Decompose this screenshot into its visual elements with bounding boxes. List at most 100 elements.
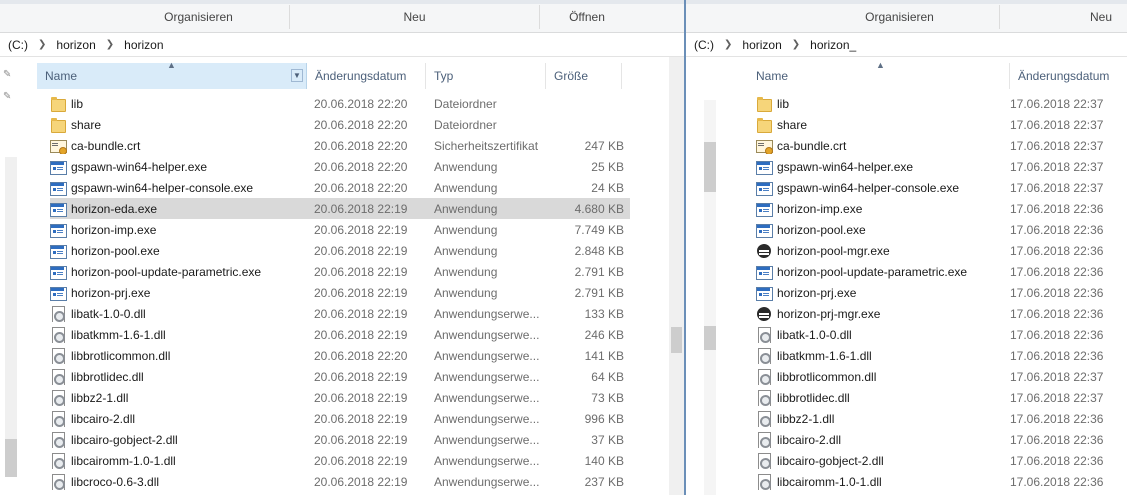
file-row[interactable]: horizon-pool.exe 17.06.2018 22:36: [756, 219, 1120, 240]
file-row[interactable]: horizon-pool.exe 20.06.2018 22:19 Anwendun…: [50, 240, 630, 261]
file-row[interactable]: horizon-pool-update-parametric.exe 17.06.…: [756, 261, 1120, 282]
column-name[interactable]: Name ▲ ▼: [37, 60, 307, 89]
file-name-cell: ca-bundle.crt: [50, 138, 314, 154]
breadcrumb-current[interactable]: horizon_: [808, 38, 858, 52]
file-list: lib 17.06.2018 22:37 share 17.06.2018 22:37…: [756, 93, 1120, 492]
file-row[interactable]: libcairo-gobject-2.dll 17.06.2018 22:36: [756, 450, 1120, 471]
file-row[interactable]: horizon-prj.exe 17.06.2018 22:36: [756, 282, 1120, 303]
chevron-down-icon[interactable]: ▼: [291, 69, 303, 82]
file-row[interactable]: libatk-1.0-0.dll 20.06.2018 22:19 Anwendun…: [50, 303, 630, 324]
file-row[interactable]: horizon-imp.exe 17.06.2018 22:36: [756, 198, 1120, 219]
file-row[interactable]: libatkmm-1.6-1.dll 17.06.2018 22:36: [756, 345, 1120, 366]
file-row[interactable]: horizon-pool-mgr.exe 17.06.2018 22:36: [756, 240, 1120, 261]
file-type: Anwendungserwe...: [434, 390, 540, 405]
file-name-cell: libcairomm-1.0-1.dll: [50, 452, 314, 469]
scroll-thumb[interactable]: [704, 326, 716, 350]
scroll-thumb[interactable]: [704, 142, 716, 192]
vertical-scrollbar[interactable]: [669, 57, 684, 495]
pin-icon[interactable]: ✎: [3, 91, 15, 103]
nav-scrollbar[interactable]: [704, 100, 716, 495]
file-name: libcairo-2.dll: [71, 411, 136, 426]
column-date[interactable]: Änderungsdatum: [1010, 63, 1127, 89]
chevron-right-icon[interactable]: ❯: [784, 39, 808, 50]
file-name: libcairo-gobject-2.dll: [777, 453, 884, 468]
file-type: Anwendung: [434, 264, 498, 279]
file-row[interactable]: horizon-pool-update-parametric.exe 20.06.…: [50, 261, 630, 282]
breadcrumb-drive[interactable]: (C:): [6, 38, 30, 52]
column-name[interactable]: Name ▲: [748, 60, 1010, 89]
address-bar[interactable]: (C:) ❯ horizon ❯ horizon_: [686, 33, 1127, 57]
file-date: 17.06.2018 22:37: [1010, 180, 1104, 195]
column-type[interactable]: Typ: [426, 63, 546, 89]
chevron-right-icon[interactable]: ❯: [98, 39, 122, 50]
ribbon-group-new[interactable]: Neu: [290, 5, 540, 29]
dll-icon: [50, 347, 66, 364]
file-row[interactable]: gspawn-win64-helper-console.exe 20.06.201…: [50, 177, 630, 198]
file-row[interactable]: libbrotlicommon.dll 17.06.2018 22:37: [756, 366, 1120, 387]
file-row[interactable]: lib 17.06.2018 22:37: [756, 93, 1120, 114]
column-date[interactable]: Änderungsdatum: [307, 63, 426, 89]
pin-icon[interactable]: ✎: [3, 69, 15, 81]
ribbon: Organisieren Neu: [686, 0, 1127, 33]
file-row[interactable]: gspawn-win64-helper.exe 20.06.2018 22:20 A…: [50, 156, 630, 177]
breadcrumb-folder[interactable]: horizon: [740, 38, 783, 52]
file-row[interactable]: gspawn-win64-helper-console.exe 17.06.201…: [756, 177, 1120, 198]
ribbon-group-organize[interactable]: Organisieren: [800, 5, 1000, 29]
file-row[interactable]: libcairo-2.dll 17.06.2018 22:36: [756, 429, 1120, 450]
file-row[interactable]: horizon-eda.exe 20.06.2018 22:19 Anwendung…: [50, 198, 630, 219]
file-row[interactable]: libbrotlicommon.dll 20.06.2018 22:20 Anwen…: [50, 345, 630, 366]
file-name: horizon-prj.exe: [71, 285, 151, 300]
file-date: 17.06.2018 22:36: [1010, 222, 1104, 237]
breadcrumb-drive[interactable]: (C:): [692, 38, 716, 52]
file-size: 37 KB: [591, 432, 624, 447]
address-bar[interactable]: (C:) ❯ horizon ❯ horizon: [0, 33, 684, 57]
file-row[interactable]: lib 20.06.2018 22:20 Dateiordner: [50, 93, 630, 114]
file-date: 20.06.2018 22:19: [314, 369, 408, 384]
folder-icon: [756, 96, 772, 112]
file-row[interactable]: libbz2-1.dll 17.06.2018 22:36: [756, 408, 1120, 429]
file-row[interactable]: horizon-prj.exe 20.06.2018 22:19 Anwendung…: [50, 282, 630, 303]
navigation-pane: ✎ ✎: [0, 57, 37, 495]
file-row[interactable]: libcairomm-1.0-1.dll 17.06.2018 22:36: [756, 471, 1120, 492]
file-row[interactable]: libcairo-2.dll 20.06.2018 22:19 Anwendungs…: [50, 408, 630, 429]
folder-icon: [756, 117, 772, 133]
file-row[interactable]: ca-bundle.crt 20.06.2018 22:20 Sicherheits…: [50, 135, 630, 156]
app-mgr-icon: [756, 306, 772, 322]
file-name-cell: ca-bundle.crt: [756, 138, 1010, 154]
file-date: 20.06.2018 22:19: [314, 222, 408, 237]
file-row[interactable]: libatkmm-1.6-1.dll 20.06.2018 22:19 Anwend…: [50, 324, 630, 345]
file-row[interactable]: libbrotlidec.dll 17.06.2018 22:37: [756, 387, 1120, 408]
file-row[interactable]: libcairo-gobject-2.dll 20.06.2018 22:19 An…: [50, 429, 630, 450]
chevron-right-icon[interactable]: ❯: [716, 39, 740, 50]
explorer-window-left: Organisieren Neu Öffnen (C:) ❯ horizon ❯…: [0, 0, 684, 495]
file-row[interactable]: horizon-prj-mgr.exe 17.06.2018 22:36: [756, 303, 1120, 324]
file-row[interactable]: share 17.06.2018 22:37: [756, 114, 1120, 135]
file-row[interactable]: gspawn-win64-helper.exe 17.06.2018 22:37: [756, 156, 1120, 177]
chevron-right-icon[interactable]: ❯: [30, 39, 54, 50]
file-row[interactable]: libbrotlidec.dll 20.06.2018 22:19 Anwendun…: [50, 366, 630, 387]
column-size[interactable]: Größe: [546, 63, 622, 89]
file-date: 17.06.2018 22:37: [1010, 159, 1104, 174]
scroll-thumb[interactable]: [5, 439, 17, 477]
nav-scrollbar[interactable]: [5, 157, 17, 477]
ribbon-group-open[interactable]: Öffnen: [540, 5, 634, 29]
breadcrumb-folder[interactable]: horizon: [54, 38, 97, 52]
file-size: 73 KB: [591, 390, 624, 405]
file-name-cell: gspawn-win64-helper-console.exe: [50, 180, 314, 196]
file-row[interactable]: share 20.06.2018 22:20 Dateiordner: [50, 114, 630, 135]
breadcrumb-current[interactable]: horizon: [122, 38, 165, 52]
file-row[interactable]: libcroco-0.6-3.dll 20.06.2018 22:19 Anwend…: [50, 471, 630, 492]
file-row[interactable]: libcairomm-1.0-1.dll 20.06.2018 22:19 Anwe…: [50, 450, 630, 471]
ribbon-group-new[interactable]: Neu: [1090, 5, 1127, 29]
file-name-cell: libbrotlidec.dll: [50, 368, 314, 385]
ribbon-group-organize[interactable]: Organisieren: [108, 5, 290, 29]
file-row[interactable]: libbz2-1.dll 20.06.2018 22:19 Anwendungser…: [50, 387, 630, 408]
file-date: 17.06.2018 22:36: [1010, 243, 1104, 258]
file-name-cell: horizon-pool-mgr.exe: [756, 243, 1010, 259]
exe-icon: [756, 201, 773, 217]
file-row[interactable]: ca-bundle.crt 17.06.2018 22:37: [756, 135, 1120, 156]
file-row[interactable]: horizon-imp.exe 20.06.2018 22:19 Anwendung…: [50, 219, 630, 240]
scroll-thumb[interactable]: [671, 327, 682, 353]
file-row[interactable]: libatk-1.0-0.dll 17.06.2018 22:36: [756, 324, 1120, 345]
file-date: 20.06.2018 22:19: [314, 432, 408, 447]
